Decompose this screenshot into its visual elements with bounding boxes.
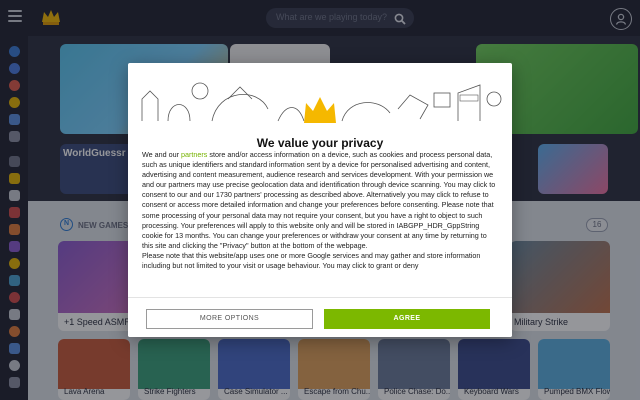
consent-footer: MORE OPTIONS AGREE [128,297,512,337]
partners-link[interactable]: partners [181,150,207,159]
consent-text-prefix: We and our [142,150,182,159]
consent-title: We value your privacy [256,136,384,150]
agree-button[interactable]: AGREE [324,309,490,329]
consent-body: We and our partners store and/or access … [142,150,498,294]
consent-text-main: store and/or access information on a dev… [142,150,496,250]
consent-paragraph-2: Please note that this website/app uses o… [142,250,481,271]
more-options-button[interactable]: MORE OPTIONS [146,309,313,329]
consent-illustration [128,69,512,125]
consent-paragraph-1: We and our partners store and/or access … [142,150,498,251]
privacy-consent-dialog: We value your privacy We and our partner… [128,63,512,337]
